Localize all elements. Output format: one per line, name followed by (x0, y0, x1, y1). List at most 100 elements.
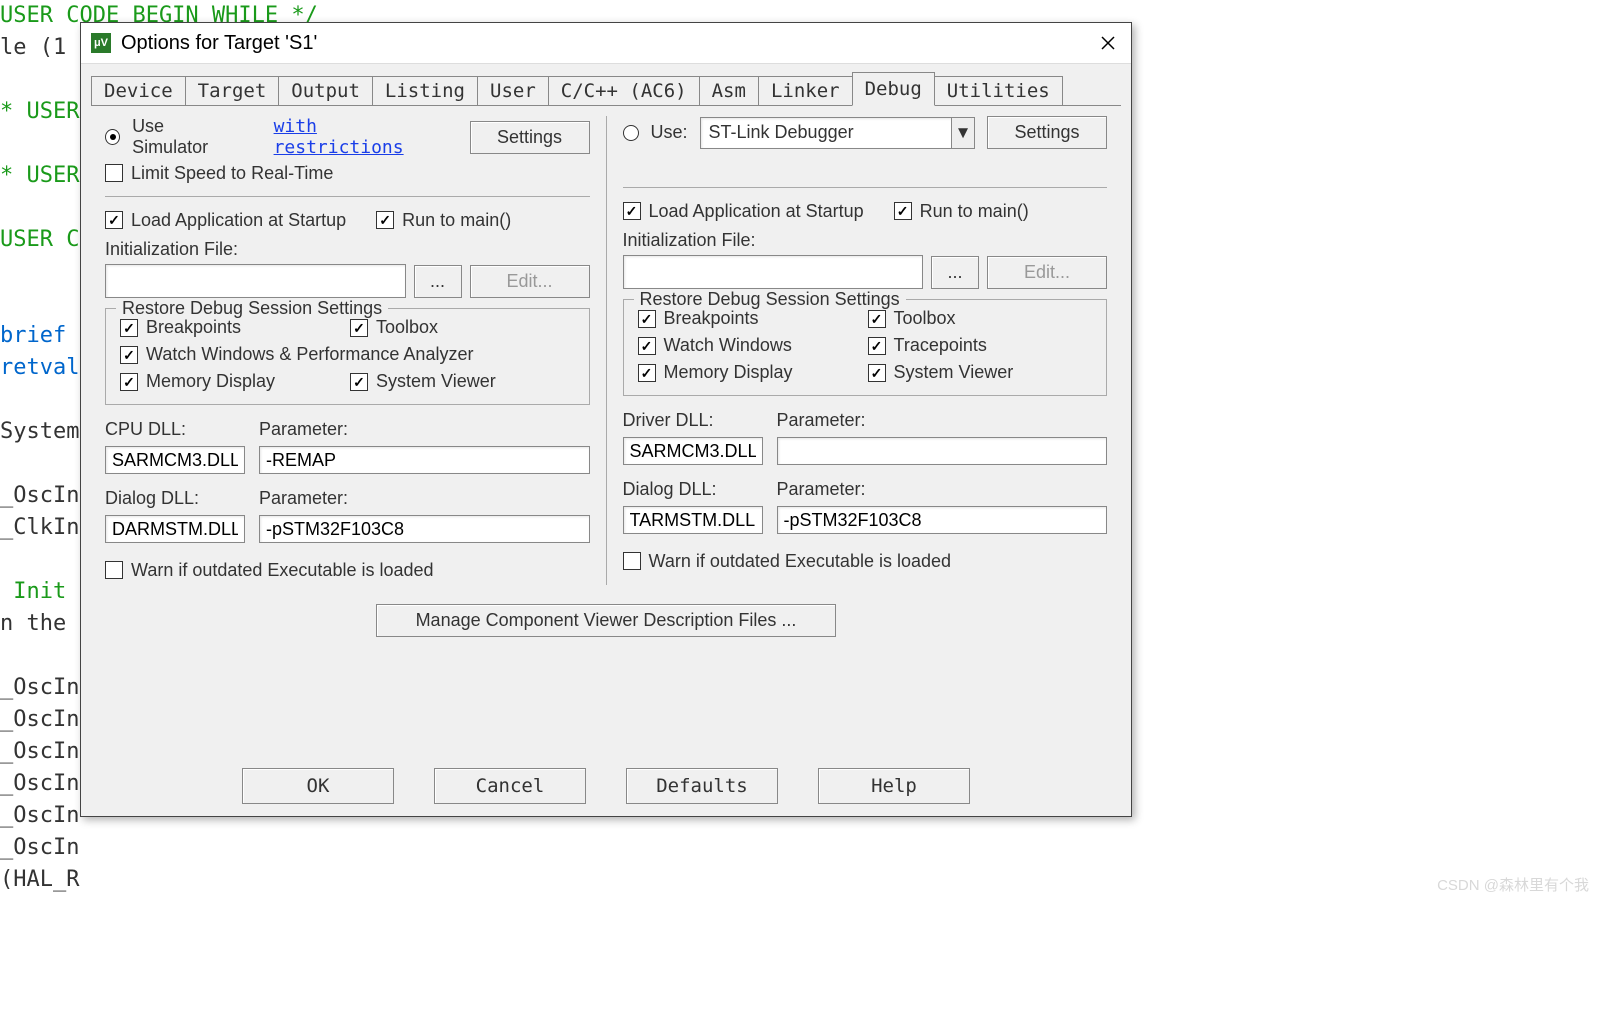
sim-run-main-checkbox[interactable] (376, 211, 394, 229)
tab-linker[interactable]: Linker (758, 76, 853, 106)
tab-utilities[interactable]: Utilities (934, 76, 1063, 106)
tab-c-c-ac6-[interactable]: C/C++ (AC6) (548, 76, 700, 106)
sim-watch-checkbox[interactable] (120, 346, 138, 364)
sim-load-app-checkbox[interactable] (105, 211, 123, 229)
sim-init-file-input[interactable] (105, 264, 406, 298)
limit-speed-checkbox[interactable] (105, 164, 123, 182)
tgt-dialog-dll-label: Dialog DLL: (623, 479, 763, 500)
tgt-restore-legend: Restore Debug Session Settings (634, 289, 906, 310)
debugger-combo[interactable]: ST-Link Debugger ▼ (700, 117, 975, 149)
restrictions-link[interactable]: with restrictions (274, 116, 446, 158)
sim-settings-button[interactable]: Settings (470, 121, 590, 154)
tgt-load-app-checkbox[interactable] (623, 202, 641, 220)
tgt-run-main-label: Run to main() (920, 201, 1029, 222)
help-button[interactable]: Help (818, 768, 970, 804)
target-column: Use: ST-Link Debugger ▼ Settings Load Ap… (609, 116, 1122, 585)
options-dialog: μV Options for Target 'S1' DeviceTargetO… (80, 22, 1132, 817)
tab-device[interactable]: Device (91, 76, 186, 106)
tgt-warn-label: Warn if outdated Executable is loaded (649, 551, 952, 572)
tgt-browse-button[interactable]: ... (931, 256, 979, 289)
sim-bp-checkbox[interactable] (120, 319, 138, 337)
tgt-dialog-dll-input[interactable] (623, 506, 763, 534)
sim-toolbox-label: Toolbox (376, 317, 438, 338)
sim-mem-checkbox[interactable] (120, 373, 138, 391)
sim-dialog-dll-input[interactable] (105, 515, 245, 543)
sim-restore-legend: Restore Debug Session Settings (116, 298, 388, 319)
sim-browse-button[interactable]: ... (414, 265, 462, 298)
tgt-init-file-label: Initialization File: (623, 230, 1108, 251)
sim-load-app-label: Load Application at Startup (131, 210, 346, 231)
tgt-sysv-checkbox[interactable] (868, 364, 886, 382)
sim-dialog-dll-label: Dialog DLL: (105, 488, 245, 509)
debugger-combo-text: ST-Link Debugger (701, 122, 951, 143)
cpu-dll-input[interactable] (105, 446, 245, 474)
driver-param-label: Parameter: (777, 410, 1108, 431)
sim-watch-label: Watch Windows & Performance Analyzer (146, 344, 473, 365)
tab-strip: DeviceTargetOutputListingUserC/C++ (AC6)… (81, 64, 1131, 106)
sim-sysv-label: System Viewer (376, 371, 496, 392)
tgt-warn-checkbox[interactable] (623, 552, 641, 570)
dialog-title: Options for Target 'S1' (121, 32, 1085, 55)
tgt-mem-checkbox[interactable] (638, 364, 656, 382)
tgt-dialog-param-label: Parameter: (777, 479, 1108, 500)
sim-init-file-label: Initialization File: (105, 239, 590, 260)
sim-dialog-param-label: Parameter: (259, 488, 590, 509)
tgt-trace-checkbox[interactable] (868, 337, 886, 355)
tab-target[interactable]: Target (185, 76, 280, 106)
tgt-sysv-label: System Viewer (894, 362, 1014, 383)
tab-output[interactable]: Output (278, 76, 373, 106)
cpu-dll-label: CPU DLL: (105, 419, 245, 440)
uvision-icon: μV (91, 33, 111, 53)
tgt-bp-label: Breakpoints (664, 308, 759, 329)
chevron-down-icon[interactable]: ▼ (951, 118, 974, 148)
tgt-toolbox-checkbox[interactable] (868, 310, 886, 328)
tab-listing[interactable]: Listing (372, 76, 478, 106)
sim-warn-checkbox[interactable] (105, 561, 123, 579)
column-divider (606, 116, 607, 585)
use-simulator-radio[interactable] (105, 129, 120, 145)
tgt-load-app-label: Load Application at Startup (649, 201, 864, 222)
tgt-bp-checkbox[interactable] (638, 310, 656, 328)
target-settings-button[interactable]: Settings (987, 116, 1107, 149)
tgt-restore-fieldset: Restore Debug Session Settings Breakpoin… (623, 299, 1108, 396)
titlebar: μV Options for Target 'S1' (81, 23, 1131, 64)
close-icon (1101, 36, 1115, 50)
tab-user[interactable]: User (477, 76, 549, 106)
tgt-trace-label: Tracepoints (894, 335, 987, 356)
tgt-edit-button: Edit... (987, 256, 1107, 289)
defaults-button[interactable]: Defaults (626, 768, 778, 804)
cpu-param-label: Parameter: (259, 419, 590, 440)
limit-speed-label: Limit Speed to Real-Time (131, 163, 333, 184)
sim-edit-button: Edit... (470, 265, 590, 298)
manage-component-button[interactable]: Manage Component Viewer Description File… (376, 604, 836, 637)
cpu-param-input[interactable] (259, 446, 590, 474)
tab-asm[interactable]: Asm (699, 76, 759, 106)
footer-buttons: OK Cancel Defaults Help (81, 768, 1131, 804)
tgt-init-file-input[interactable] (623, 255, 924, 289)
sim-sysv-checkbox[interactable] (350, 373, 368, 391)
tgt-watch-label: Watch Windows (664, 335, 792, 356)
driver-param-input[interactable] (777, 437, 1108, 465)
sim-restore-fieldset: Restore Debug Session Settings Breakpoin… (105, 308, 590, 405)
tgt-run-main-checkbox[interactable] (894, 202, 912, 220)
use-target-label: Use: (651, 122, 688, 143)
use-simulator-label: Use Simulator (132, 116, 238, 158)
debug-panel: Use Simulator with restrictions Settings… (91, 105, 1121, 595)
close-button[interactable] (1085, 23, 1131, 63)
watermark: CSDN @森林里有个我 (1437, 874, 1589, 895)
cancel-button[interactable]: Cancel (434, 768, 586, 804)
sim-run-main-label: Run to main() (402, 210, 511, 231)
ok-button[interactable]: OK (242, 768, 394, 804)
tgt-dialog-param-input[interactable] (777, 506, 1108, 534)
tgt-toolbox-label: Toolbox (894, 308, 956, 329)
divider (105, 196, 590, 197)
sim-toolbox-checkbox[interactable] (350, 319, 368, 337)
driver-dll-label: Driver DLL: (623, 410, 763, 431)
tgt-watch-checkbox[interactable] (638, 337, 656, 355)
sim-dialog-param-input[interactable] (259, 515, 590, 543)
tab-debug[interactable]: Debug (852, 72, 935, 106)
driver-dll-input[interactable] (623, 437, 763, 465)
use-target-radio[interactable] (623, 125, 639, 141)
sim-warn-label: Warn if outdated Executable is loaded (131, 560, 434, 581)
tgt-mem-label: Memory Display (664, 362, 793, 383)
